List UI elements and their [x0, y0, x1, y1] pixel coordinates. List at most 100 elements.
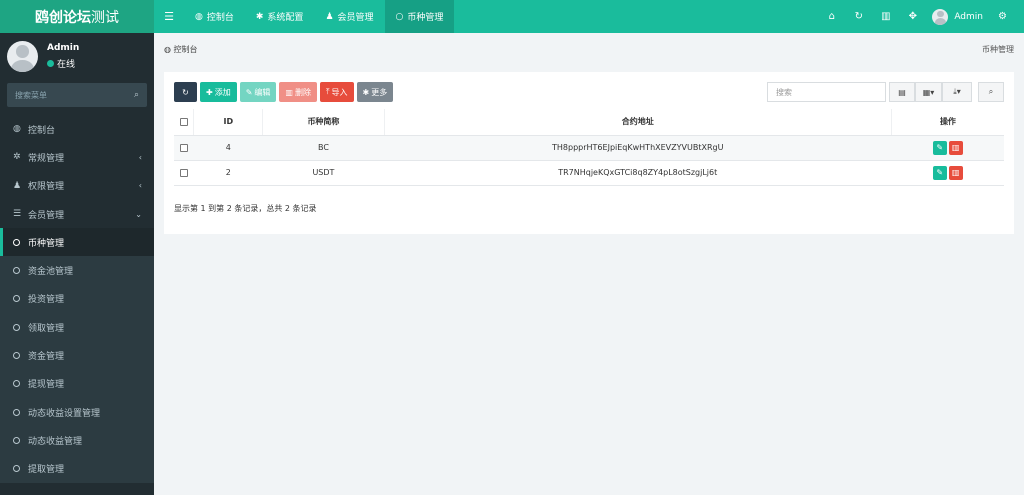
sidebar-item-investment[interactable]: 投资管理 [0, 284, 154, 314]
sidebar-item-fund-pool[interactable]: 资金池管理 [0, 256, 154, 285]
add-button[interactable]: ✚ 添加 [200, 82, 237, 102]
sidebar-item-label: 提取管理 [28, 465, 65, 476]
fullscreen-icon[interactable]: ✥ [899, 11, 926, 22]
chevron-left-icon: ‹ [138, 181, 142, 191]
edit-label: 编辑 [254, 87, 271, 97]
sidebar-item-dynamic-settings[interactable]: 动态收益设置管理 [0, 397, 154, 427]
cogs-icon: ✲ [13, 152, 21, 163]
toggle-view-button[interactable]: ▤ [889, 82, 915, 102]
refresh-button[interactable]: ↻ [174, 82, 197, 102]
row-delete-button[interactable]: ▥ [948, 165, 963, 180]
delete-button[interactable]: ▥ 删除 [279, 82, 317, 102]
dashboard-icon: ◍ [13, 124, 21, 135]
add-label: 添加 [214, 87, 231, 97]
home-icon[interactable]: ⌂ [818, 11, 845, 22]
sidebar-item-label: 权限管理 [28, 182, 65, 193]
table-toolbar: ↻ ✚ 添加 ✎ 编辑 ▥ 删除 ⤒ 导入 ✱ 更多 搜索 ▤ ▦▾ ⤓▾ ⌕ [174, 82, 1004, 102]
cell-symbol: BC [262, 135, 385, 161]
sidebar-search-input[interactable]: 搜索菜单 ⌕ [7, 83, 147, 107]
row-checkbox[interactable] [179, 143, 188, 152]
refresh-icon: ↻ [182, 87, 189, 97]
columns-button[interactable]: ▦▾ [915, 82, 942, 102]
sidebar-item-general[interactable]: ✲ 常规管理 ‹ [0, 143, 154, 171]
breadcrumb: ◍ 控制台 币种管理 [154, 33, 1024, 66]
sidebar-item-members[interactable]: ☰ 会员管理 ⌄ [0, 200, 154, 228]
row-edit-button[interactable]: ✎ [932, 165, 947, 180]
status-label: 在线 [57, 59, 76, 70]
user-panel: Admin 在线 [0, 33, 154, 79]
plus-icon: ✚ [206, 87, 213, 97]
advanced-search-button[interactable]: ⌕ [978, 82, 1004, 102]
circle-icon [13, 352, 20, 360]
cell-id: 4 [193, 135, 263, 161]
sidebar-search-placeholder: 搜索菜单 [15, 90, 47, 100]
search-icon[interactable]: ⌕ [134, 90, 139, 100]
sidebar-item-dashboard[interactable]: ◍ 控制台 [0, 115, 154, 143]
column-header-id[interactable]: ID [193, 109, 264, 136]
search-input[interactable]: 搜索 [767, 82, 886, 102]
more-button[interactable]: ✱ 更多 [356, 82, 394, 102]
circle-icon [13, 380, 20, 388]
circle-icon [13, 295, 20, 303]
settings-icon[interactable]: ⚙ [989, 11, 1016, 22]
tab-member-management[interactable]: ♟ 会员管理 [314, 0, 384, 33]
tab-system-config[interactable]: ✱ 系统配置 [245, 0, 315, 33]
sidebar-item-label: 币种管理 [28, 238, 65, 249]
sidebar-item-label: 动态收益管理 [28, 436, 83, 447]
gear-icon: ✱ [255, 11, 264, 22]
sidebar-item-permissions[interactable]: ♟ 权限管理 ‹ [0, 172, 154, 200]
user-status: 在线 [47, 57, 79, 70]
row-delete-button[interactable]: ▥ [948, 140, 963, 155]
tab-label: 系统配置 [267, 13, 304, 23]
sidebar-item-funds[interactable]: 资金管理 [0, 341, 154, 370]
circle-icon [13, 323, 20, 331]
sidebar-menu: ◍ 控制台 ✲ 常规管理 ‹ ♟ 权限管理 ‹ ☰ 会员管理 ⌄ 币种管理 资金池管理 投资管… [0, 115, 154, 483]
sidebar-item-label: 资金池管理 [28, 267, 74, 278]
circle-icon [13, 238, 20, 246]
user-menu[interactable]: Admin [932, 8, 983, 25]
sidebar-item-dynamic-income[interactable]: 动态收益管理 [0, 426, 154, 455]
cell-symbol: USDT [262, 160, 385, 186]
circle-icon [13, 436, 20, 444]
cell-address: TH8ppprHT6EJpiEqKwHThXEVZYVUBtXRgU [384, 135, 892, 161]
more-label: 更多 [371, 87, 388, 97]
tab-dashboard[interactable]: ◍ 控制台 [184, 0, 245, 33]
export-icon: ⤓▾ [953, 87, 961, 96]
sidebar-item-extraction[interactable]: 提取管理 [0, 454, 154, 483]
sidebar-item-currency[interactable]: 币种管理 [0, 228, 154, 257]
tab-currency-management[interactable]: ○ 币种管理 [384, 0, 455, 33]
sidebar-item-label: 动态收益设置管理 [28, 408, 101, 419]
pencil-icon: ✎ [245, 87, 253, 97]
cell-actions: ✎ ▥ [891, 135, 1004, 161]
column-header-address[interactable]: 合约地址 [384, 109, 892, 136]
row-edit-button[interactable]: ✎ [932, 140, 947, 155]
row-select-cell [174, 135, 194, 161]
sidebar-toggle-icon[interactable]: ☰ [154, 0, 184, 33]
table-row[interactable]: 2 USDT TR7NHqjeKQxGTCi8q8ZY4pL8otSzgjLj6… [174, 160, 1004, 186]
refresh-icon[interactable]: ↻ [845, 11, 872, 22]
breadcrumb-current: 币种管理 [982, 45, 1014, 54]
sidebar-item-withdrawal[interactable]: 提现管理 [0, 369, 154, 398]
sidebar: Admin 在线 搜索菜单 ⌕ ◍ 控制台 ✲ 常规管理 ‹ ♟ 权限管理 ‹ ☰ 会员管理… [0, 33, 154, 495]
pencil-icon: ✎ [936, 168, 944, 177]
trash-icon[interactable]: ▥ [872, 11, 899, 22]
app-logo[interactable]: 鸥创论坛 测试 [0, 0, 154, 33]
table-row[interactable]: 4 BC TH8ppprHT6EJpiEqKwHThXEVZYVUBtXRgU … [174, 135, 1004, 161]
select-all-checkbox[interactable] [179, 117, 188, 126]
import-button[interactable]: ⤒ 导入 [319, 82, 354, 102]
trash-icon: ▥ [951, 168, 960, 177]
column-header-symbol[interactable]: 币种简称 [262, 109, 385, 136]
breadcrumb-home[interactable]: 控制台 [174, 44, 198, 55]
columns-icon: ▦▾ [922, 87, 935, 97]
sidebar-item-label: 投资管理 [28, 295, 65, 306]
row-checkbox[interactable] [179, 168, 188, 177]
edit-button[interactable]: ✎ 编辑 [239, 82, 277, 102]
circle-icon: ○ [395, 11, 404, 22]
username: Admin [954, 11, 983, 22]
tab-label: 控制台 [206, 13, 234, 23]
dashboard-icon: ◍ [164, 45, 174, 54]
main-content: ◍ 控制台 币种管理 ↻ ✚ 添加 ✎ 编辑 ▥ 删除 ⤒ 导入 ✱ 更多 搜索 ▤ ▦▾… [154, 33, 1024, 495]
circle-icon [13, 267, 20, 275]
export-button[interactable]: ⤓▾ [942, 82, 972, 102]
sidebar-item-claim[interactable]: 领取管理 [0, 313, 154, 342]
